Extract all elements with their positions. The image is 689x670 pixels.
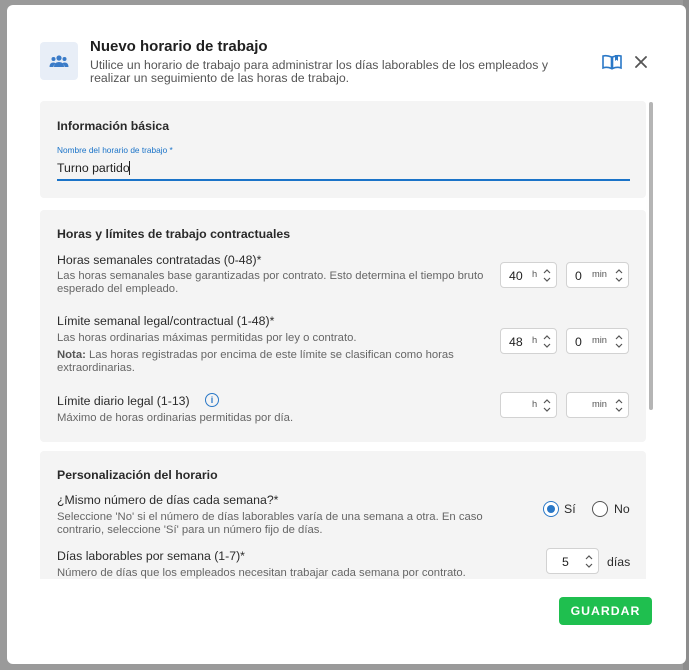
daily-limit-minutes-stepper[interactable]: min <box>566 392 629 418</box>
weekly-limit-minutes-stepper[interactable]: 0 min <box>566 328 629 354</box>
stepper-arrows-icon[interactable] <box>543 333 551 350</box>
same-days-description: Seleccione 'No' si el número de días lab… <box>57 511 483 536</box>
days-per-week-stepper[interactable]: 5 <box>546 548 599 574</box>
info-icon[interactable]: i <box>205 393 219 407</box>
weekly-limit-minutes-value: 0 <box>575 335 582 349</box>
weekly-limit-hours-stepper[interactable]: 48 h <box>500 328 557 354</box>
dialog-title: Nuevo horario de trabajo <box>90 38 268 55</box>
weekly-minutes-stepper[interactable]: 0 min <box>566 262 629 288</box>
stepper-arrows-icon[interactable] <box>585 553 593 570</box>
weekly-hours-label: Horas semanales contratadas (0-48)* <box>57 253 262 267</box>
weekly-limit-description: Las horas ordinarias máximas permitidas … <box>57 332 357 344</box>
same-days-yes-label[interactable]: Sí <box>564 502 576 516</box>
days-per-week-value: 5 <box>562 555 569 569</box>
daily-limit-description: Máximo de horas ordinarias permitidas po… <box>57 412 294 424</box>
basic-info-card: Información básica Nombre del horario de… <box>40 101 646 198</box>
days-unit: días <box>607 555 631 569</box>
team-icon <box>40 42 78 80</box>
scrollbar-thumb[interactable] <box>649 102 653 410</box>
same-days-no-radio[interactable] <box>592 501 608 517</box>
schedule-name-input[interactable] <box>57 156 630 181</box>
days-per-week-label: Días laborables por semana (1-7)* <box>57 549 245 563</box>
help-book-icon[interactable] <box>601 53 623 71</box>
hours-unit: h <box>532 269 538 279</box>
dialog-subtitle: Utilice un horario de trabajo para admin… <box>90 58 548 85</box>
daily-limit-label: Límite diario legal (1-13) <box>57 394 190 408</box>
weekly-limit-note: Nota: Las horas registradas por encima d… <box>57 349 487 375</box>
personalization-card: Personalización del horario ¿Mismo númer… <box>40 451 646 579</box>
weekly-limit-label: Límite semanal legal/contractual (1-48)* <box>57 314 275 328</box>
stepper-arrows-icon[interactable] <box>615 333 623 350</box>
schedule-name-label: Nombre del horario de trabajo * <box>57 145 173 155</box>
basic-info-title: Información básica <box>57 119 170 133</box>
stepper-arrows-icon[interactable] <box>615 397 623 414</box>
same-days-label: ¿Mismo número de días cada semana?* <box>57 493 279 507</box>
weekly-hours-description: Las horas semanales base garantizadas po… <box>57 270 484 295</box>
weekly-hours-value: 40 <box>509 269 523 283</box>
hours-unit: h <box>532 399 538 409</box>
weekly-hours-stepper[interactable]: 40 h <box>500 262 557 288</box>
weekly-limit-hours-value: 48 <box>509 335 523 349</box>
close-icon[interactable] <box>633 54 649 70</box>
new-schedule-dialog: Nuevo horario de trabajo Utilice un hora… <box>7 5 686 664</box>
stepper-arrows-icon[interactable] <box>615 267 623 284</box>
minutes-unit: min <box>592 399 607 409</box>
hours-limits-card: Horas y límites de trabajo contractuales… <box>40 210 646 442</box>
hours-limits-title: Horas y límites de trabajo contractuales <box>57 227 291 241</box>
same-days-yes-radio[interactable] <box>543 501 559 517</box>
personalization-title: Personalización del horario <box>57 468 218 482</box>
same-days-no-label[interactable]: No <box>614 502 630 516</box>
note-text: Las horas registradas por encima de este… <box>57 349 454 374</box>
daily-limit-hours-stepper[interactable]: h <box>500 392 557 418</box>
stepper-arrows-icon[interactable] <box>543 397 551 414</box>
stepper-arrows-icon[interactable] <box>543 267 551 284</box>
days-per-week-description: Número de días que los empleados necesit… <box>57 567 466 579</box>
hours-unit: h <box>532 335 538 345</box>
form-scroll-area[interactable]: Información básica Nombre del horario de… <box>40 101 653 579</box>
text-caret <box>129 161 130 175</box>
minutes-unit: min <box>592 335 607 345</box>
note-label: Nota: <box>57 349 86 361</box>
weekly-minutes-value: 0 <box>575 269 582 283</box>
minutes-unit: min <box>592 269 607 279</box>
save-button[interactable]: GUARDAR <box>559 597 652 625</box>
